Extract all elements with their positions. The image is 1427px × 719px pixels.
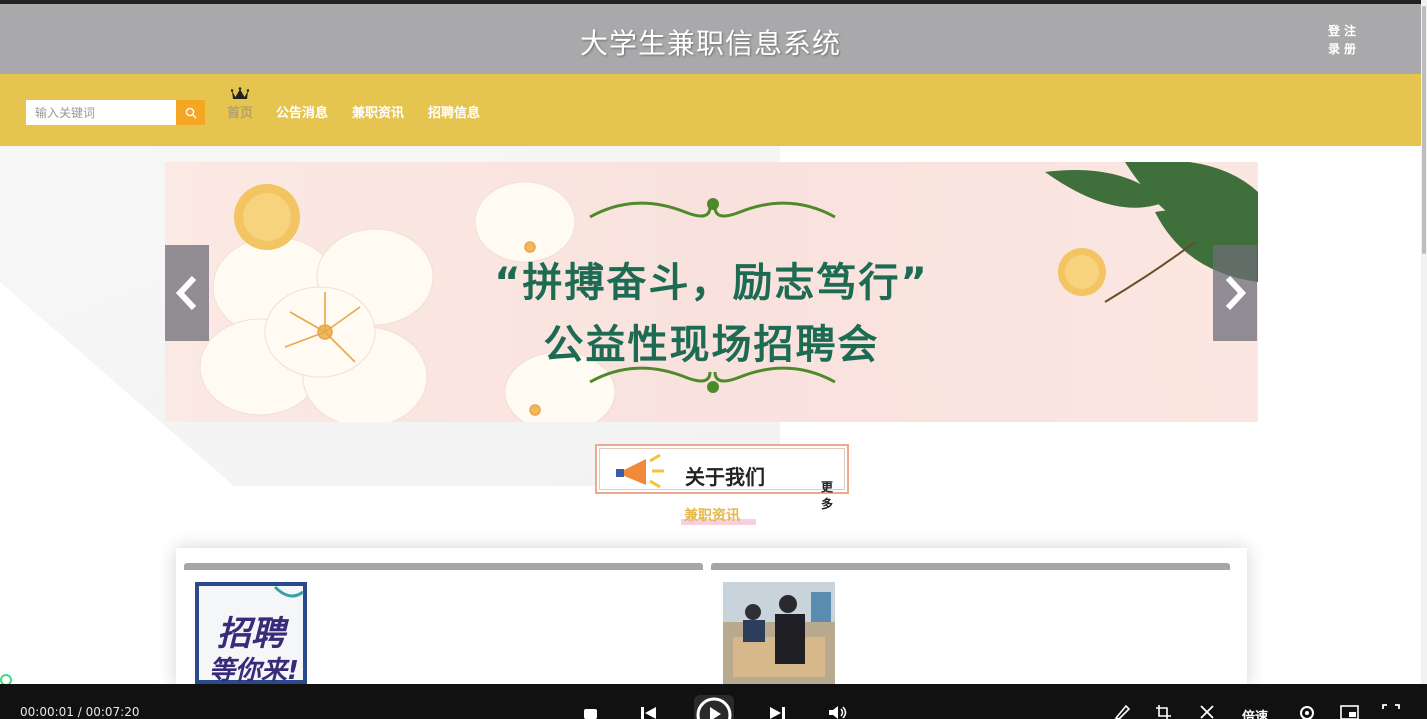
play-icon <box>696 697 732 719</box>
nav-home[interactable]: 首页 <box>227 102 253 121</box>
about-us-title: 关于我们 <box>685 465 765 489</box>
news-column-bar <box>184 563 703 570</box>
stop-icon[interactable] <box>584 709 597 719</box>
register-link-char-1[interactable]: 注 <box>1342 22 1358 40</box>
search-icon <box>185 107 196 118</box>
volume-icon[interactable] <box>828 706 847 719</box>
play-button[interactable] <box>694 695 734 719</box>
photo-interview <box>723 582 835 684</box>
chevron-right-icon <box>1225 275 1247 311</box>
about-us-header: 关于我们 更多 <box>595 444 849 511</box>
about-more-link[interactable]: 更多 <box>821 478 844 512</box>
navbar: 首页 公告消息 兼职资讯 招聘信息 <box>0 74 1421 146</box>
auth-links: 登注 录册 <box>1326 22 1366 58</box>
login-link-char-1[interactable]: 登 <box>1326 22 1342 40</box>
poster-text-1: 招聘 <box>217 614 285 654</box>
banner-headline: “拼搏奋斗，励志笃行” <box>494 260 929 306</box>
nav-announcements[interactable]: 公告消息 <box>276 102 328 121</box>
fullscreen-icon[interactable] <box>1382 704 1400 719</box>
nav-recruitment[interactable]: 招聘信息 <box>428 102 480 121</box>
megaphone-icon <box>616 453 664 489</box>
page: 大学生兼职信息系统 登注 录册 首页 公告消息 兼职资讯 招聘信息 <box>0 0 1427 719</box>
crop-icon[interactable] <box>1155 704 1173 719</box>
about-us-inner: 关于我们 更多 <box>599 448 845 511</box>
video-player-bar: 00:00:01 / 00:07:20 倍速 <box>0 684 1427 719</box>
carousel-prev-button[interactable] <box>165 245 209 341</box>
playback-speed-button[interactable]: 倍速 <box>1242 706 1268 719</box>
previous-icon[interactable] <box>641 707 657 719</box>
banner-carousel[interactable]: “拼搏奋斗，励志笃行” 公益性现场招聘会 <box>165 162 1258 422</box>
news-thumbnail[interactable]: 招聘 等你来! <box>195 582 307 684</box>
register-link-char-2[interactable]: 册 <box>1342 40 1358 58</box>
scrollbar-thumb[interactable] <box>1422 6 1426 254</box>
section-title: 兼职资讯 <box>684 508 740 524</box>
poster-text-2: 等你来! <box>209 656 299 684</box>
news-column-bar <box>711 563 1230 570</box>
next-icon[interactable] <box>769 707 785 719</box>
search-button[interactable] <box>176 100 205 125</box>
banner-subheadline: 公益性现场招聘会 <box>543 322 880 368</box>
nav-parttime-news[interactable]: 兼职资讯 <box>352 102 404 121</box>
login-link-char-2[interactable]: 录 <box>1326 40 1342 58</box>
pen-icon[interactable] <box>1113 704 1131 719</box>
search-input[interactable] <box>26 100 176 125</box>
news-thumbnail[interactable] <box>723 582 835 684</box>
site-title: 大学生兼职信息系统 <box>579 27 841 60</box>
gear-icon[interactable] <box>1298 704 1316 719</box>
close-icon[interactable] <box>1199 705 1215 719</box>
player-time: 00:00:01 / 00:07:20 <box>20 705 140 719</box>
crown-icon <box>231 87 249 99</box>
carousel-next-button[interactable] <box>1213 245 1257 341</box>
chevron-left-icon <box>175 275 197 311</box>
picture-in-picture-icon[interactable] <box>1340 704 1360 719</box>
site-header: 大学生兼职信息系统 登注 录册 <box>0 4 1421 74</box>
